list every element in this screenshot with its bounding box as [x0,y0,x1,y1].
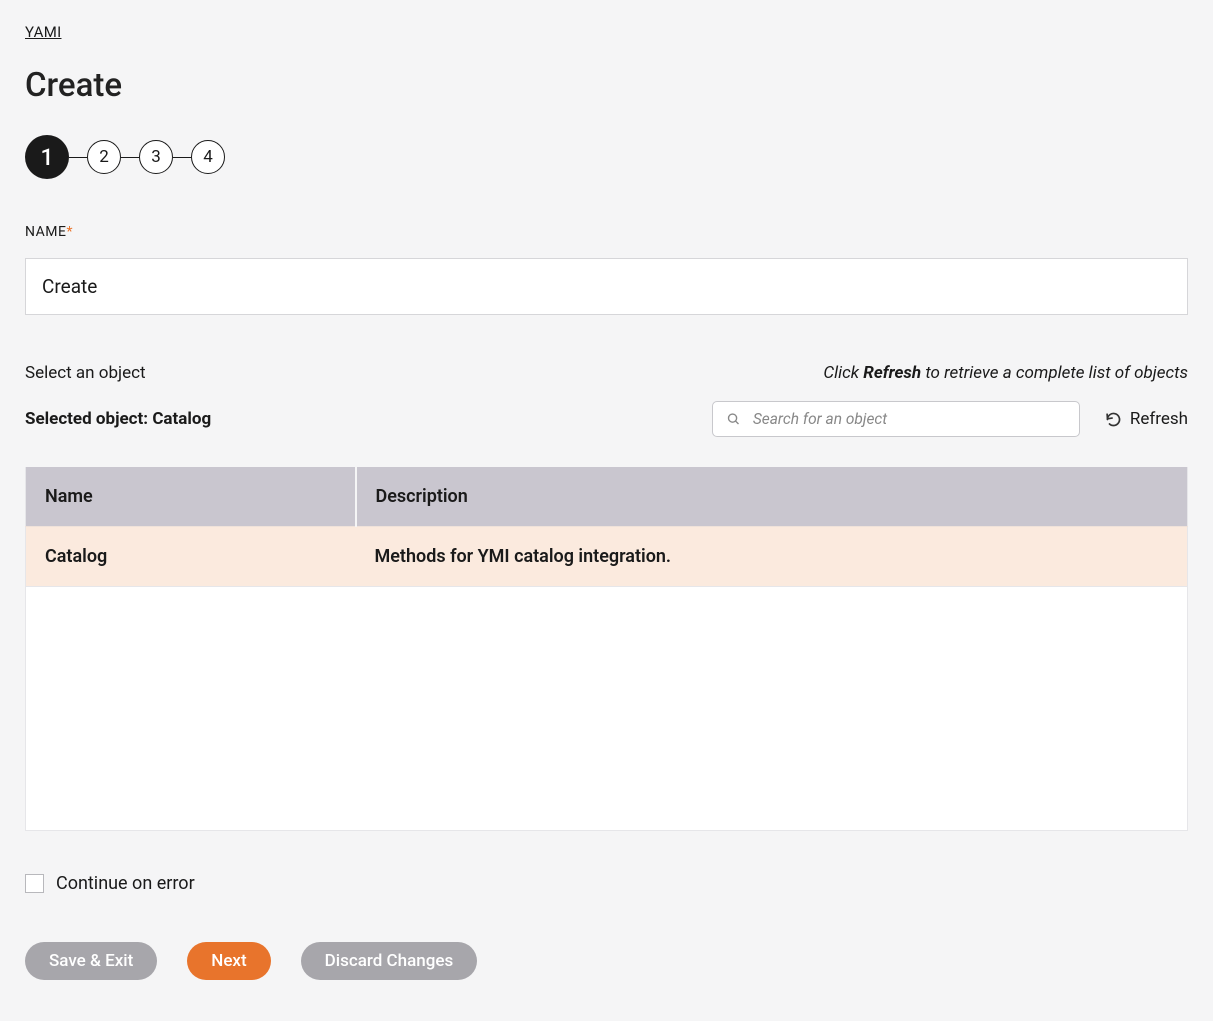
discard-button[interactable]: Discard Changes [301,942,478,980]
next-button[interactable]: Next [187,942,270,980]
objects-table: Name Description Catalog Methods for YMI… [25,467,1188,587]
stepper: 1 2 3 4 [25,135,1188,179]
cell-name: Catalog [26,527,356,587]
step-4[interactable]: 4 [191,140,225,174]
step-connector [121,157,139,158]
search-wrap [712,401,1080,437]
refresh-hint-suffix: to retrieve a complete list of objects [921,363,1188,383]
refresh-hint: Click Refresh to retrieve a complete lis… [823,363,1188,383]
step-1[interactable]: 1 [25,135,69,179]
step-connector [69,157,87,158]
name-field-label: NAME* [25,224,1188,240]
continue-on-error-label: Continue on error [56,873,195,894]
step-2[interactable]: 2 [87,140,121,174]
refresh-icon [1105,411,1122,428]
step-3[interactable]: 3 [139,140,173,174]
table-header-row: Name Description [26,467,1188,527]
refresh-hint-prefix: Click [823,363,863,383]
refresh-button[interactable]: Refresh [1105,409,1188,429]
step-connector [173,157,191,158]
cell-description: Methods for YMI catalog integration. [356,527,1188,587]
selected-object-prefix: Selected object: [25,409,152,429]
selected-object: Selected object: Catalog [25,409,211,429]
select-object-label: Select an object [25,363,146,383]
breadcrumb-link[interactable]: YAMI [25,23,61,41]
search-input[interactable] [712,401,1080,437]
col-description[interactable]: Description [356,467,1188,527]
name-input[interactable] [25,258,1188,315]
selected-object-value: Catalog [152,409,211,429]
table-empty-area [25,587,1188,831]
col-name[interactable]: Name [26,467,356,527]
continue-on-error-checkbox[interactable] [25,874,44,893]
name-label-text: NAME [25,224,66,240]
refresh-button-label: Refresh [1130,409,1188,429]
save-exit-button[interactable]: Save & Exit [25,942,157,980]
table-row[interactable]: Catalog Methods for YMI catalog integrat… [26,527,1188,587]
required-asterisk: * [66,224,73,240]
page-title: Create [25,66,1188,105]
refresh-hint-strong: Refresh [863,363,921,383]
